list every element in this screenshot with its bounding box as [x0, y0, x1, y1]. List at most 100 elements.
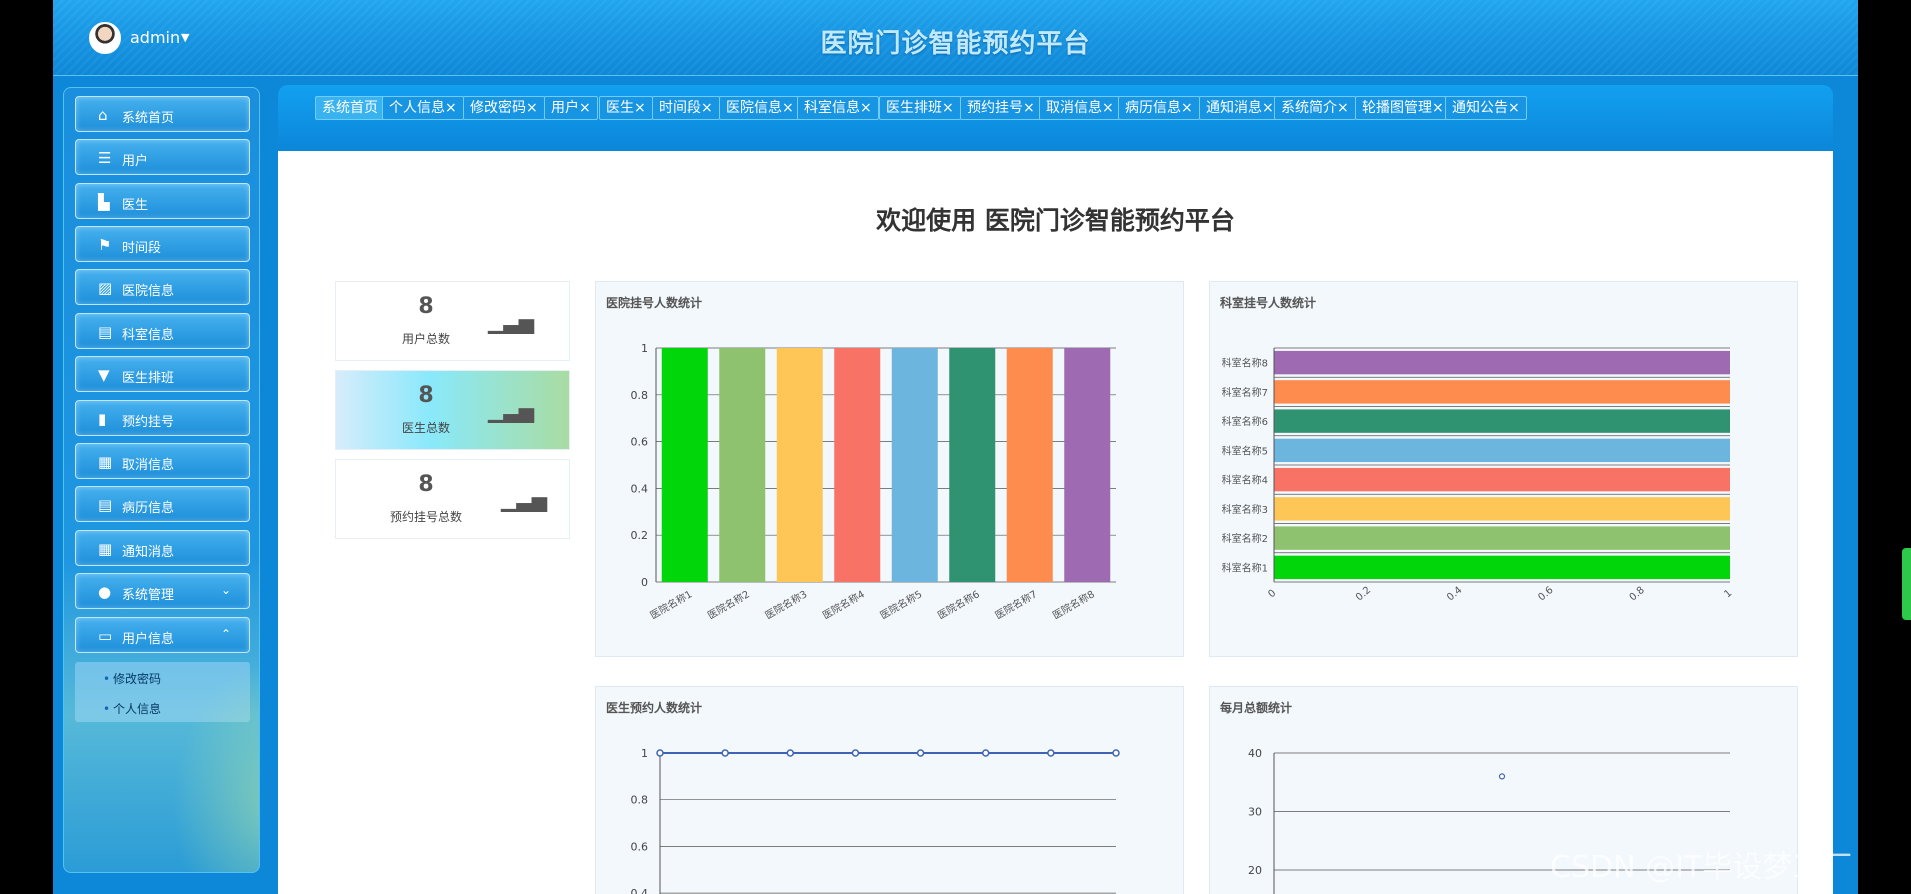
close-icon[interactable]: × [1432, 100, 1444, 116]
sidebar-item[interactable]: ▦ 取消信息 [75, 443, 250, 479]
edge-indicator [1902, 548, 1911, 620]
sidebar-item[interactable]: ▦ 通知消息 [75, 530, 250, 566]
y-tick-label: 科室名称5 [1222, 444, 1268, 457]
y-tick-label: 0.4 [631, 482, 649, 495]
close-icon[interactable]: × [634, 100, 646, 116]
flag-icon: ⚑ [98, 236, 112, 254]
sidebar-item[interactable]: ▤ 科室信息 [75, 313, 250, 349]
data-point[interactable] [656, 749, 664, 757]
y-tick-label: 0.6 [631, 436, 649, 449]
bar[interactable] [1064, 348, 1111, 582]
dept-bar-chart: 科室名称1 科室名称2 科室名称3 科室名称4 科室名称5 科室名称6 科室名称7 科室名称8… [1222, 347, 1734, 604]
close-icon[interactable]: × [1102, 100, 1114, 116]
x-tick-label: 医院名称6 [935, 587, 982, 621]
bar[interactable] [834, 348, 881, 582]
sidebar-item[interactable]: ▨ 医院信息 [75, 269, 250, 305]
tab[interactable]: 病历信息× [1118, 96, 1200, 120]
close-icon[interactable]: × [579, 100, 591, 116]
tab[interactable]: 系统简介× [1274, 96, 1356, 120]
x-tick-label: 0.8 [1628, 585, 1647, 604]
tab[interactable]: 用户× [544, 96, 598, 120]
tab[interactable]: 修改密码× [463, 96, 545, 120]
submenu-item[interactable]: • 个人信息 [75, 692, 250, 722]
bar[interactable] [1274, 438, 1730, 463]
submenu-item-label: 个人信息 [113, 702, 162, 716]
sidebar-item[interactable]: ⌂ 系统首页 [75, 96, 250, 132]
tab-label: 修改密码 [470, 100, 526, 116]
y-tick-label: 科室名称8 [1222, 357, 1268, 370]
close-icon[interactable]: × [782, 100, 794, 116]
y-tick-label: 30 [1248, 806, 1262, 819]
bar[interactable] [1274, 526, 1730, 550]
tab[interactable]: 个人信息× [382, 96, 464, 120]
sidebar-item[interactable]: ● 系统管理 ⌄ [75, 573, 250, 609]
y-tick-label: 科室名称7 [1222, 386, 1268, 399]
sidebar-item[interactable]: ▤ 病历信息 [75, 486, 250, 522]
tab[interactable]: 取消信息× [1039, 96, 1121, 120]
submenu-item[interactable]: • 修改密码 [75, 662, 250, 692]
close-icon[interactable]: × [942, 100, 954, 116]
bar[interactable] [719, 348, 766, 582]
tab[interactable]: 预约挂号× [960, 96, 1042, 120]
tab[interactable]: 科室信息× [797, 96, 879, 120]
tab[interactable]: 系统首页 [315, 96, 385, 120]
x-tick-label: 0 [1266, 588, 1278, 601]
app-title: 医院门诊智能预约平台 [820, 29, 1091, 59]
data-point[interactable] [851, 749, 860, 757]
sidebar-item[interactable]: ☰ 用户 [75, 139, 250, 175]
close-icon[interactable]: × [1337, 100, 1349, 116]
y-tick-label: 0.2 [631, 529, 649, 542]
x-tick-label: 1 [1722, 588, 1734, 601]
data-point[interactable] [916, 749, 925, 757]
bar[interactable] [1274, 409, 1730, 433]
sidebar-item[interactable]: ⚑ 时间段 [75, 226, 250, 262]
tab[interactable]: 医生排班× [879, 96, 961, 120]
data-point[interactable] [786, 749, 795, 757]
tab[interactable]: 轮播图管理× [1355, 96, 1451, 120]
tab[interactable]: 医院信息× [719, 96, 801, 120]
bar[interactable] [1274, 467, 1730, 492]
close-icon[interactable]: × [526, 100, 538, 116]
tab[interactable]: 通知公告× [1445, 96, 1527, 120]
bar[interactable] [1006, 348, 1053, 582]
data-point[interactable] [981, 749, 990, 757]
bar[interactable] [1274, 555, 1730, 580]
tab[interactable]: 时间段× [652, 96, 720, 120]
sidebar-item[interactable]: ▙ 医生 [75, 183, 250, 219]
sidebar-item-label: 预约挂号 [122, 415, 175, 430]
y-tick-label: 科室名称1 [1222, 561, 1268, 574]
stat-value: 8 [418, 294, 434, 319]
y-tick-label: 0.8 [631, 389, 649, 402]
bar[interactable] [1274, 380, 1730, 404]
bar[interactable] [661, 348, 708, 582]
data-point[interactable] [1498, 773, 1506, 780]
tab-label: 科室信息 [804, 100, 860, 116]
bar[interactable] [1274, 350, 1730, 375]
bar[interactable] [1274, 497, 1730, 521]
tab[interactable]: 通知消息× [1199, 96, 1281, 120]
data-point[interactable] [1047, 749, 1055, 757]
data-point[interactable] [721, 749, 729, 757]
y-tick-label: 0.4 [631, 887, 649, 894]
bar[interactable] [891, 348, 938, 582]
bar[interactable] [776, 348, 823, 582]
pin-icon: ▼ [98, 366, 110, 384]
tab-label: 系统首页 [322, 100, 378, 116]
close-icon[interactable]: × [860, 100, 872, 116]
close-icon[interactable]: × [445, 100, 457, 116]
bar[interactable] [949, 348, 996, 582]
y-tick-label: 0.6 [631, 840, 649, 853]
sidebar-item[interactable]: ▭ 用户信息 ⌃ [75, 617, 250, 653]
close-icon[interactable]: × [1508, 100, 1520, 116]
data-point[interactable] [1112, 749, 1120, 757]
close-icon[interactable]: × [1023, 100, 1035, 116]
tab-label: 医生排班 [886, 100, 942, 116]
sidebar-item[interactable]: ▼ 医生排班 [75, 356, 250, 392]
close-icon[interactable]: × [1181, 100, 1193, 116]
sidebar-item[interactable]: ▮ 预约挂号 [75, 400, 250, 436]
grid-icon: ▦ [98, 540, 113, 558]
close-icon[interactable]: × [701, 100, 713, 116]
close-icon[interactable]: × [1262, 100, 1274, 116]
tab[interactable]: 医生× [599, 96, 653, 120]
tab-label: 病历信息 [1125, 100, 1181, 116]
